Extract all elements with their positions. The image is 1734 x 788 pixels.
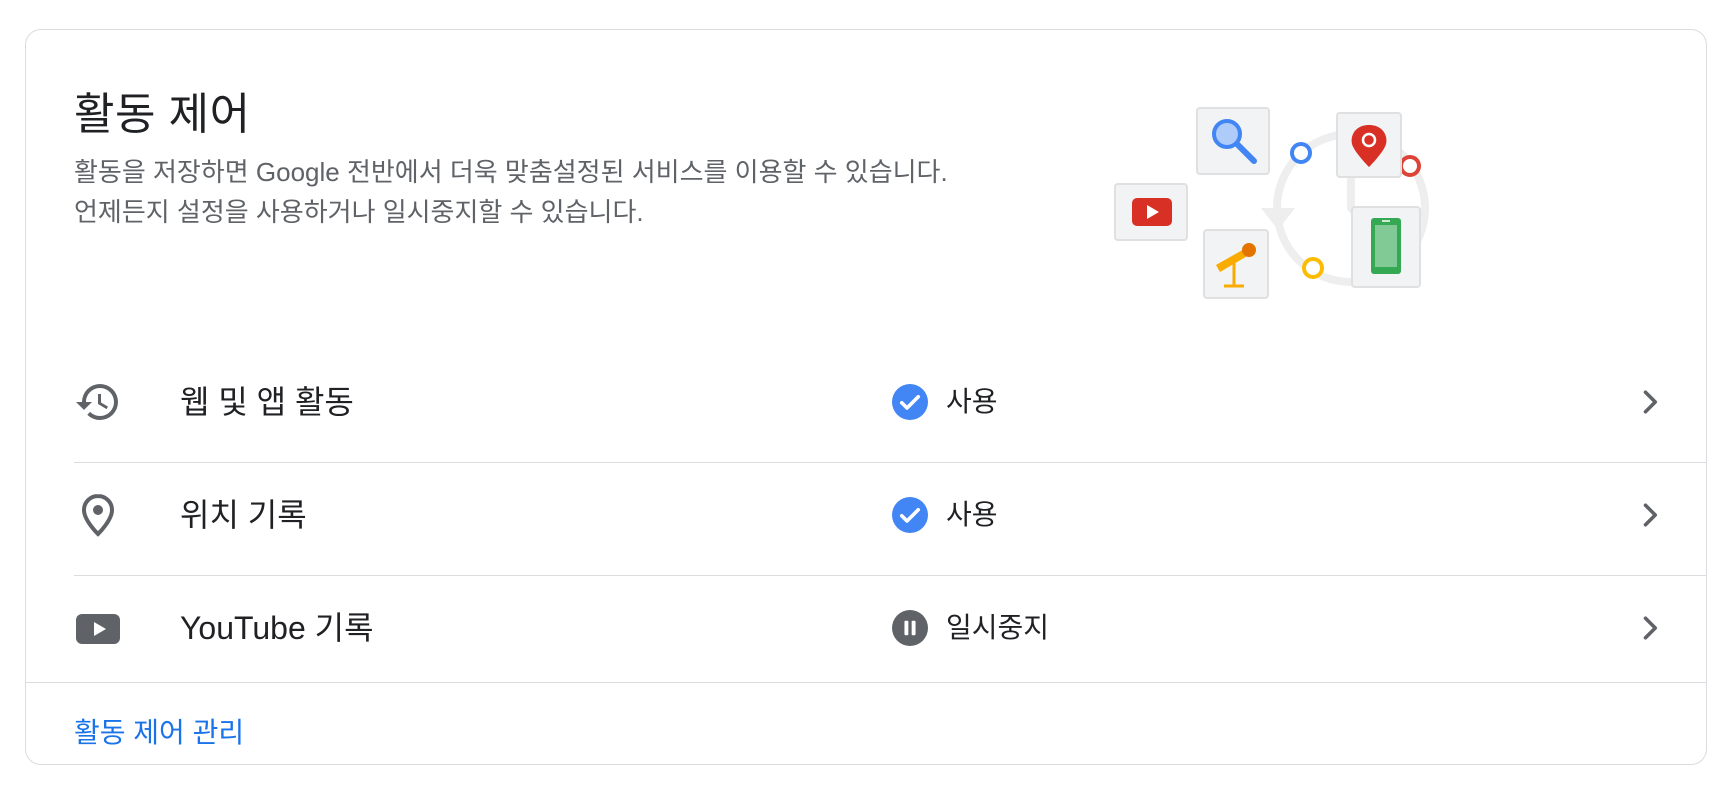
location-pin-icon bbox=[81, 493, 115, 537]
row-label: YouTube 기록 bbox=[180, 610, 374, 646]
card-description: 활동을 저장하면 Google 전반에서 더욱 맞춤설정된 서비스를 이용할 수… bbox=[74, 152, 1034, 232]
yellow-ring-icon bbox=[1302, 257, 1324, 279]
row-label: 웹 및 앱 활동 bbox=[180, 384, 354, 420]
status-text: 일시중지 bbox=[946, 612, 1050, 643]
chevron-right-icon[interactable] bbox=[1632, 497, 1668, 533]
description-line-2: 언제든지 설정을 사용하거나 일시중지할 수 있습니다. bbox=[74, 197, 644, 227]
activity-controls-card: 활동 제어 활동을 저장하면 Google 전반에서 더욱 맞춤설정된 서비스를… bbox=[25, 29, 1707, 765]
blue-ring-icon bbox=[1290, 142, 1312, 164]
card-footer: 활동 제어 관리 bbox=[26, 682, 1706, 764]
history-icon bbox=[76, 384, 118, 420]
chevron-right-icon[interactable] bbox=[1632, 384, 1668, 420]
microphone-card-icon bbox=[1203, 229, 1269, 299]
list-item-web-app-activity[interactable]: 웹 및 앱 활동 사용 bbox=[74, 350, 1706, 463]
map-pin-card-icon bbox=[1336, 112, 1402, 178]
search-card-icon bbox=[1196, 107, 1270, 175]
youtube-icon bbox=[76, 614, 120, 644]
activity-controls-list: 웹 및 앱 활동 사용 위치 기록 사용 YouTube 기록 일시중지 bbox=[74, 350, 1706, 688]
chevron-right-icon[interactable] bbox=[1632, 610, 1668, 646]
phone-card-icon bbox=[1351, 206, 1421, 288]
activity-illustration bbox=[1114, 107, 1429, 299]
list-item-youtube-history[interactable]: YouTube 기록 일시중지 bbox=[74, 576, 1706, 688]
check-circle-icon bbox=[892, 384, 928, 420]
status-text: 사용 bbox=[946, 499, 998, 530]
list-item-location-history[interactable]: 위치 기록 사용 bbox=[74, 463, 1706, 576]
description-line-1: 활동을 저장하면 Google 전반에서 더욱 맞춤설정된 서비스를 이용할 수… bbox=[74, 157, 948, 187]
status-text: 사용 bbox=[946, 386, 998, 417]
page-title: 활동 제어 bbox=[74, 90, 251, 139]
row-label: 위치 기록 bbox=[180, 497, 307, 533]
pause-circle-icon bbox=[892, 610, 928, 646]
check-circle-icon bbox=[892, 497, 928, 533]
youtube-card-icon bbox=[1114, 183, 1188, 241]
red-ring-icon bbox=[1399, 155, 1421, 177]
manage-activity-controls-link[interactable]: 활동 제어 관리 bbox=[74, 711, 244, 751]
